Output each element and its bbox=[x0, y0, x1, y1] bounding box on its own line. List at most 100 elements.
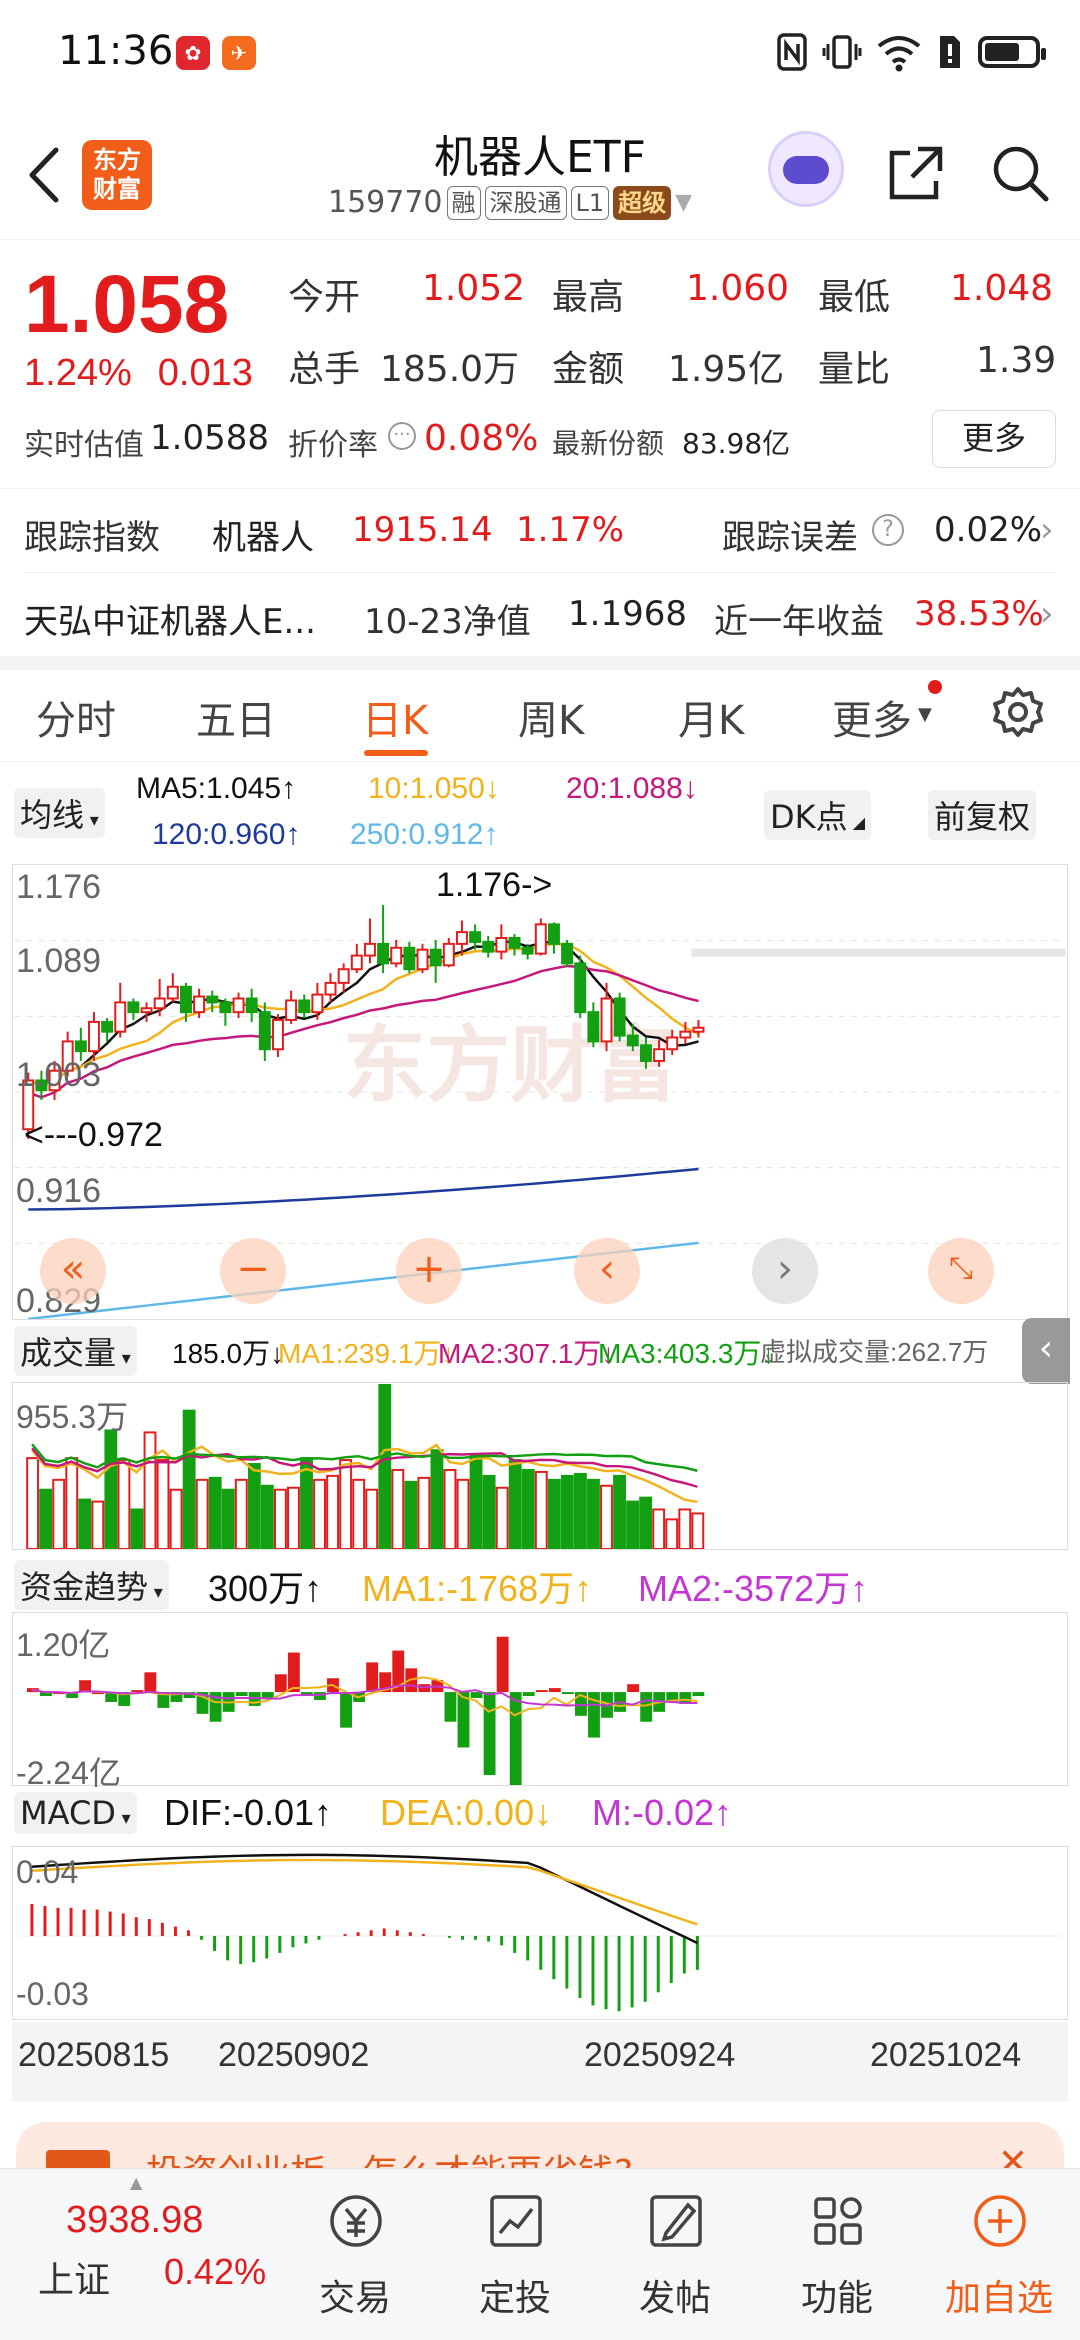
volume-value: 185.0万 bbox=[380, 349, 520, 390]
gear-icon[interactable] bbox=[990, 684, 1046, 740]
wifi-icon bbox=[877, 36, 921, 72]
tab-daily-k[interactable]: 日K bbox=[362, 688, 428, 746]
tab-five-day[interactable]: 五日 bbox=[196, 688, 276, 746]
chart-tabs: 分时 五日 日K 周K 月K 更多 ▼ bbox=[0, 670, 1080, 762]
change-row: 1.24% 0.013 bbox=[24, 352, 279, 395]
volume-bar bbox=[417, 1476, 431, 1549]
ma-select-label: 均线 bbox=[20, 796, 85, 834]
fund-flow-ma2: MA2:-3572万↑ bbox=[638, 1568, 869, 1609]
candle-body bbox=[350, 954, 363, 971]
info-dots-icon[interactable]: ··· bbox=[388, 422, 416, 450]
adjust-button[interactable]: 前复权 bbox=[928, 790, 1037, 840]
candle-body bbox=[482, 940, 495, 953]
candle-body bbox=[653, 1048, 666, 1062]
grid-apps-icon bbox=[814, 2197, 862, 2245]
candle-body bbox=[561, 942, 574, 965]
volume-bar bbox=[639, 1496, 653, 1549]
nav-date: 10-23净值 bbox=[364, 602, 531, 642]
ma120-line bbox=[28, 1167, 699, 1211]
candle-body bbox=[377, 942, 390, 965]
macd-chart[interactable] bbox=[12, 1846, 1068, 2020]
scroll-right-button[interactable]: › bbox=[752, 1238, 818, 1304]
candle-body bbox=[508, 937, 521, 949]
date-axis: 20250815 20250902 20250924 20251024 bbox=[12, 2022, 1068, 2102]
current-price: 1.058 bbox=[24, 259, 230, 350]
notification-app-icon: ✈ bbox=[222, 36, 256, 70]
candle-body bbox=[271, 1018, 284, 1051]
fund-flow-select[interactable]: 资金趋势 ▾ bbox=[14, 1560, 169, 1610]
quote-panel: 1.058 1.24% 0.013 今开 1.052 最高 1.060 最低 1.… bbox=[0, 240, 1080, 480]
ratio-label: 量比 bbox=[818, 349, 891, 390]
candle-body bbox=[639, 1044, 652, 1062]
fund-flow-bar bbox=[627, 1684, 640, 1693]
macd-select-label: MACD bbox=[20, 1794, 116, 1832]
search-icon[interactable] bbox=[988, 141, 1052, 205]
candle-body bbox=[232, 997, 245, 1014]
nav-features[interactable]: 功能 bbox=[762, 2169, 912, 2340]
tab-monthly-k[interactable]: 月K bbox=[678, 688, 744, 746]
battery-icon bbox=[978, 36, 1046, 68]
tracking-error-label: 跟踪误差 bbox=[722, 518, 858, 558]
help-icon[interactable]: ? bbox=[872, 514, 904, 546]
fullscreen-button[interactable]: ⤡ bbox=[928, 1238, 994, 1304]
nfc-icon bbox=[777, 33, 807, 71]
scroll-left-button[interactable]: ‹ bbox=[574, 1238, 640, 1304]
fund-flow-chart[interactable] bbox=[12, 1612, 1068, 1786]
candle-body bbox=[140, 1007, 153, 1014]
tracking-index-value: 1915.14 bbox=[352, 510, 493, 550]
ma-select[interactable]: 均线 ▾ bbox=[14, 788, 105, 838]
fund-flow-bar bbox=[235, 1692, 248, 1697]
tab-weekly-k[interactable]: 周K bbox=[518, 688, 584, 746]
tab-more[interactable]: 更多 bbox=[832, 688, 912, 746]
security-code-row[interactable]: 159770 融 深股通 L1 超级 ▼ bbox=[328, 185, 692, 220]
candle-body bbox=[534, 923, 547, 955]
linked-fund-row[interactable]: 天弘中证机器人E... 10-23净值 1.1968 近一年收益 38.53% … bbox=[0, 572, 1080, 656]
ratio-value: 1.39 bbox=[976, 340, 1057, 381]
candle-body bbox=[416, 948, 429, 971]
volume-chart[interactable] bbox=[12, 1382, 1068, 1550]
candle-body bbox=[495, 937, 508, 953]
share-icon[interactable] bbox=[884, 141, 948, 205]
nav-add-watchlist[interactable]: 加自选 bbox=[924, 2169, 1074, 2340]
discount-label: 折价率 bbox=[288, 428, 378, 463]
high-label: 最高 bbox=[552, 277, 625, 318]
tracking-index-row[interactable]: 跟踪指数 机器人 1915.14 1.17% 跟踪误差 ? 0.02% › bbox=[0, 488, 1080, 572]
volume-select[interactable]: 成交量 ▾ bbox=[14, 1326, 137, 1376]
more-button[interactable]: 更多 bbox=[932, 410, 1056, 468]
zoom-in-button[interactable]: + bbox=[396, 1238, 462, 1304]
legend-ma120: 120:0.960↑ bbox=[152, 818, 301, 851]
rewind-button[interactable]: « bbox=[40, 1238, 106, 1304]
volume-bar bbox=[547, 1478, 561, 1549]
volume-bar bbox=[600, 1484, 613, 1549]
collapse-panel-button[interactable]: ‹ bbox=[1022, 1318, 1070, 1384]
vibrate-icon bbox=[822, 35, 862, 69]
volume-bar bbox=[287, 1486, 300, 1549]
volume-bar bbox=[300, 1457, 313, 1549]
kline-chart[interactable]: 东方财富 bbox=[12, 864, 1068, 1320]
change-amount: 0.013 bbox=[157, 352, 253, 394]
y-label-3: 1.003 bbox=[16, 1056, 102, 1094]
tab-intraday[interactable]: 分时 bbox=[36, 688, 116, 746]
nav-trade[interactable]: 交易 bbox=[280, 2169, 430, 2340]
zoom-out-button[interactable]: − bbox=[220, 1238, 286, 1304]
caret-up-icon: ▲ bbox=[130, 2173, 143, 2192]
macd-select[interactable]: MACD ▾ bbox=[14, 1792, 137, 1834]
candle-body bbox=[469, 931, 482, 943]
fund-flow-bar bbox=[274, 1674, 287, 1693]
candle-body bbox=[337, 968, 350, 984]
nav-trade-label: 交易 bbox=[318, 2278, 391, 2319]
assistant-robot-avatar[interactable] bbox=[768, 131, 844, 207]
nav-invest-plan[interactable]: 定投 bbox=[440, 2169, 590, 2340]
open-label: 今开 bbox=[288, 277, 361, 318]
volume-bar bbox=[104, 1429, 118, 1549]
volume-bar bbox=[117, 1459, 131, 1549]
nav-add-watchlist-label: 加自选 bbox=[944, 2278, 1053, 2319]
date-label-3: 20250924 bbox=[584, 2036, 736, 2074]
volume-bar bbox=[521, 1468, 535, 1549]
candle-body bbox=[679, 1030, 692, 1039]
candle-body bbox=[153, 997, 166, 1010]
status-bar: 11:36 ✿ ✈ bbox=[0, 0, 1080, 105]
dk-point-button[interactable]: DK点 ◢ bbox=[764, 790, 872, 840]
volume-bar bbox=[678, 1508, 692, 1549]
nav-post[interactable]: 发帖 bbox=[600, 2169, 750, 2340]
